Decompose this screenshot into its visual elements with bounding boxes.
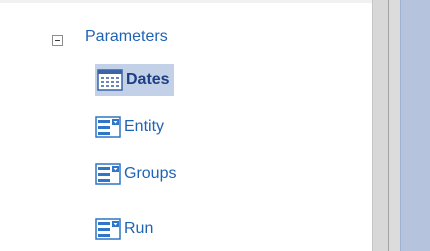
tree-item-label: Entity <box>124 118 165 135</box>
tree-item-run[interactable]: Run <box>95 209 153 249</box>
list-dropdown-icon <box>95 163 121 185</box>
list-dropdown-icon <box>95 218 121 240</box>
tree-item-entity[interactable]: Entity <box>95 107 164 147</box>
tree-root-label[interactable]: Parameters <box>85 26 168 48</box>
tree-item-label: Run <box>124 220 154 237</box>
adjacent-panel-edge <box>400 0 430 251</box>
calendar-icon <box>97 69 123 91</box>
scrollbar-track[interactable] <box>389 0 400 251</box>
tree-item-groups[interactable]: Groups <box>95 154 176 194</box>
tree-top-border <box>0 0 372 3</box>
pane-splitter[interactable] <box>372 0 388 251</box>
tree-item-dates[interactable]: Dates <box>95 60 174 100</box>
collapse-toggle-icon[interactable] <box>52 35 63 46</box>
list-dropdown-icon <box>95 116 121 138</box>
tree-item-label: Groups <box>124 165 177 182</box>
selection-highlight[interactable]: Dates <box>95 64 174 96</box>
tree-item-label: Dates <box>126 71 170 88</box>
parameter-tree: Parameters Dates Entity Groups Run <box>0 0 372 251</box>
